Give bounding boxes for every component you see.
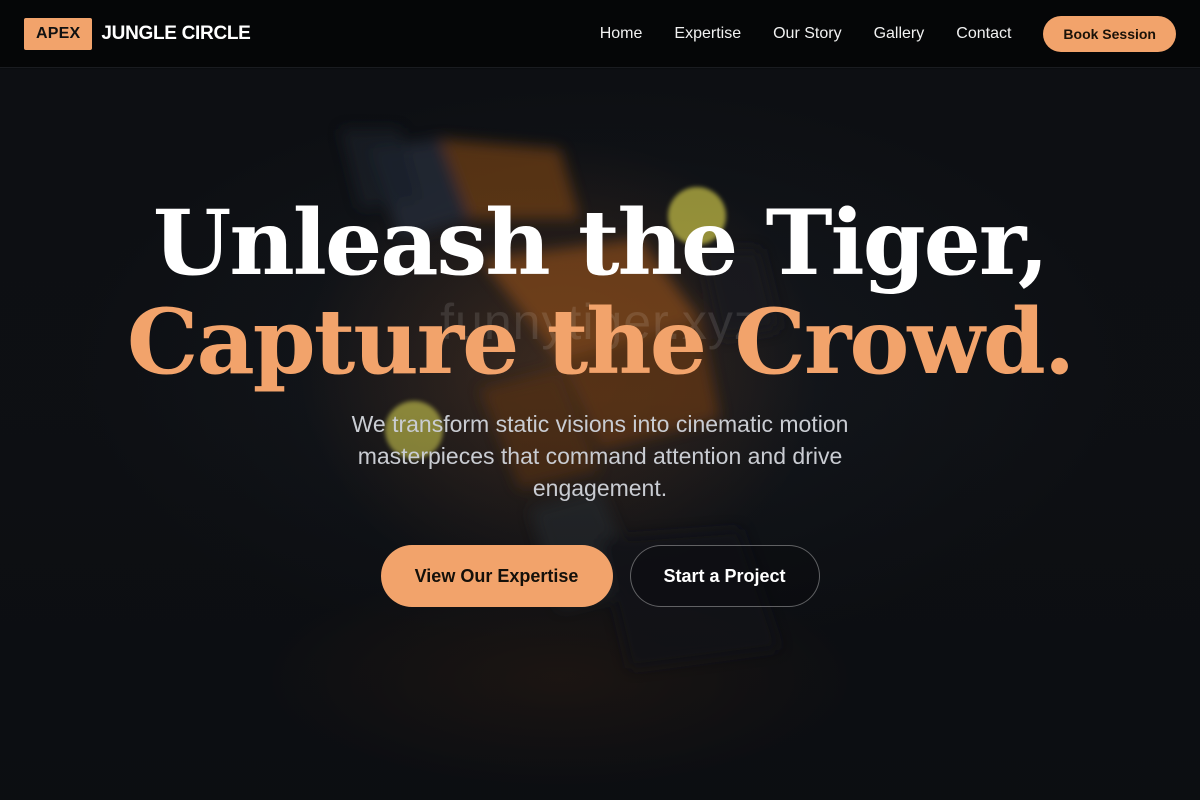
hero-subtext: We transform static visions into cinemat… xyxy=(351,411,849,501)
book-session-button[interactable]: Book Session xyxy=(1043,15,1176,52)
nav-link-expertise[interactable]: Expertise xyxy=(674,25,741,43)
hero-cta-group: View Our Expertise Start a Project xyxy=(0,545,1200,607)
hero-headline-line2: Capture the Crowd. xyxy=(126,289,1075,395)
nav-link-gallery[interactable]: Gallery xyxy=(874,25,925,43)
main-nav: Home Expertise Our Story Gallery Contact… xyxy=(600,15,1176,52)
nav-link-our-story[interactable]: Our Story xyxy=(773,25,841,43)
view-expertise-button[interactable]: View Our Expertise xyxy=(380,545,613,607)
hero-headline-line1: Unleash the Tiger, xyxy=(152,190,1049,296)
site-header: APEX JUNGLE CIRCLE Home Expertise Our St… xyxy=(0,0,1200,68)
nav-link-contact[interactable]: Contact xyxy=(956,25,1011,43)
brand-logo[interactable]: APEX JUNGLE CIRCLE xyxy=(24,17,251,50)
brand-name: JUNGLE CIRCLE xyxy=(101,22,251,44)
brand-badge: APEX xyxy=(24,17,93,50)
start-project-button[interactable]: Start a Project xyxy=(629,545,820,607)
nav-link-home[interactable]: Home xyxy=(600,25,643,43)
